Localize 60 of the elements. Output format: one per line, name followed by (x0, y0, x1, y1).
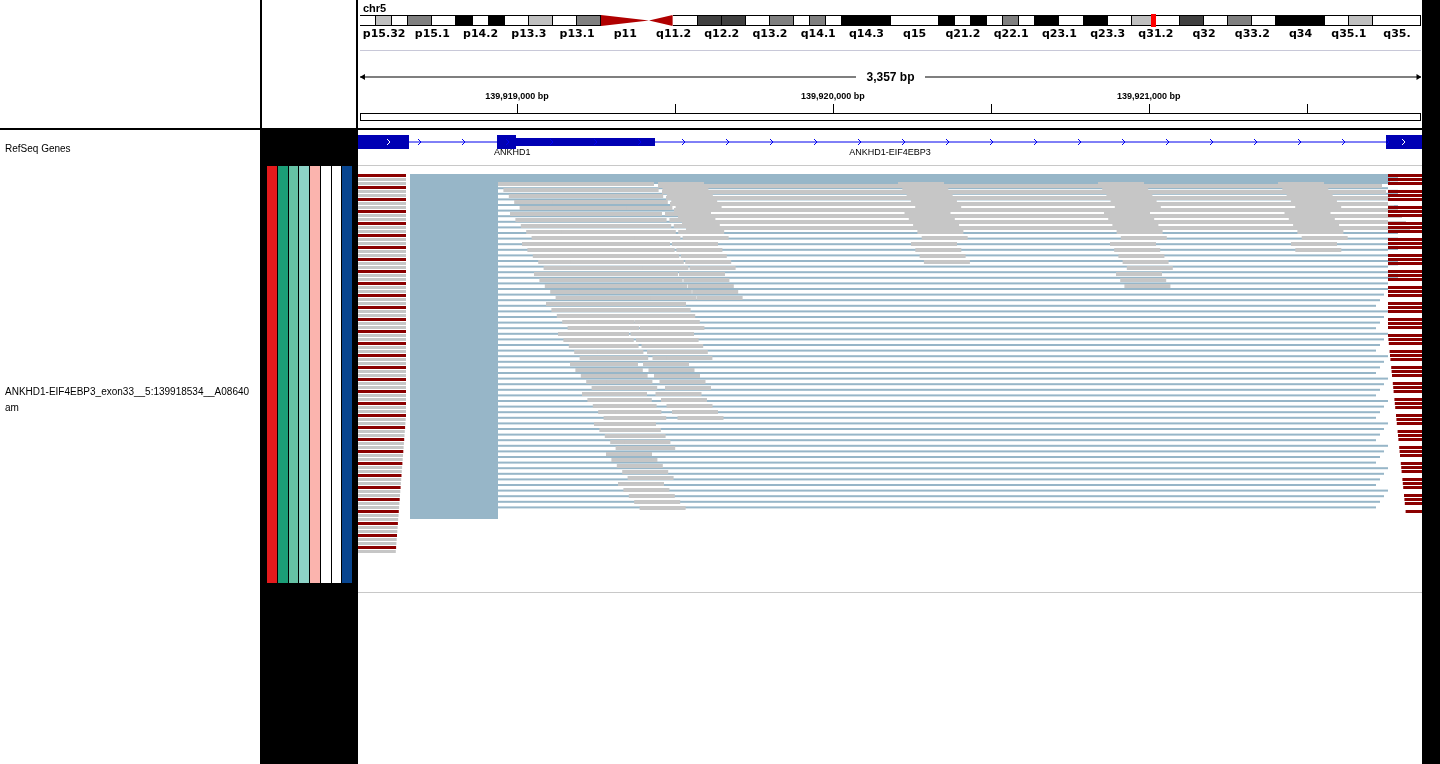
cytoband-label: q12.2 (704, 27, 740, 40)
attribute-swatch[interactable] (331, 166, 342, 583)
cytoband (1228, 15, 1253, 26)
track-name[interactable]: ANKHD1-EIF4EBP3_exon33__5:139918534__A08640 (5, 383, 260, 400)
track-name[interactable]: RefSeq Genes (5, 143, 71, 154)
cytoband-label: q13.2 (752, 27, 788, 40)
cytoband-label: q23.1 (1041, 27, 1077, 40)
chromosome-name: chr5 (362, 2, 388, 14)
gene-label: ANKHD1 (494, 147, 531, 157)
cytoband-label: q35. (1383, 27, 1411, 40)
attribute-swatch[interactable] (299, 166, 309, 583)
cytoband (721, 15, 746, 26)
cytoband-label: p15.1 (414, 27, 450, 40)
cytoband (1204, 15, 1229, 26)
cytoband-label: q22.1 (993, 27, 1029, 40)
tick-label: 139,921,000 bp (1116, 91, 1181, 101)
attribute-swatch[interactable] (267, 166, 277, 583)
cytoband (673, 15, 698, 26)
cytoband (1059, 15, 1084, 26)
attribute-swatch[interactable] (277, 166, 288, 583)
cytoband (954, 15, 971, 26)
cytoband (745, 15, 770, 26)
gene-label: ANKHD1-EIF4EBP3 (849, 147, 931, 157)
cytoband (1003, 15, 1020, 26)
cytoband-label: q15 (903, 27, 927, 40)
cytoband (810, 15, 827, 26)
cytoband-label: q21.2 (945, 27, 981, 40)
cytoband (697, 15, 722, 26)
cytoband-label: q35.1 (1331, 27, 1367, 40)
cytoband-label: q33.2 (1234, 27, 1270, 40)
cytoband (472, 15, 489, 26)
cytoband (376, 15, 393, 26)
attribute-swatch[interactable] (320, 166, 331, 583)
cytoband (1155, 15, 1180, 26)
cytoband-label: p11 (613, 27, 637, 40)
track-name[interactable]: am (5, 399, 260, 416)
cytoband-label: q11.2 (656, 27, 692, 40)
cytoband-label: p15.32 (362, 27, 406, 40)
cytoband (987, 15, 1004, 26)
cytoband-label: p14.2 (463, 27, 499, 40)
cytoband (552, 15, 578, 26)
tick-label: 139,919,000 bp (485, 91, 549, 101)
cytoband (1180, 15, 1205, 26)
cytoband (528, 15, 553, 26)
cytoband-label: q34 (1288, 27, 1313, 40)
attribute-swatch[interactable] (288, 166, 299, 583)
cytoband (970, 15, 988, 26)
cytoband-label: q32 (1192, 27, 1216, 40)
cytoband-label: q31.2 (1138, 27, 1174, 40)
cytoband-label: q14.1 (800, 27, 836, 40)
cytoband-label: q14.3 (848, 27, 884, 40)
cytoband (577, 15, 602, 26)
tick-label: 139,920,000 bp (801, 91, 865, 101)
cytoband-label: q23.3 (1090, 27, 1126, 40)
cytoband-label: p13.3 (511, 27, 547, 40)
attribute-swatch[interactable] (310, 166, 320, 583)
cytoband-label: p13.1 (559, 27, 595, 40)
cytoband (1083, 15, 1108, 26)
span-length: 3,357 bp (865, 70, 916, 84)
attribute-swatch[interactable] (342, 166, 352, 583)
